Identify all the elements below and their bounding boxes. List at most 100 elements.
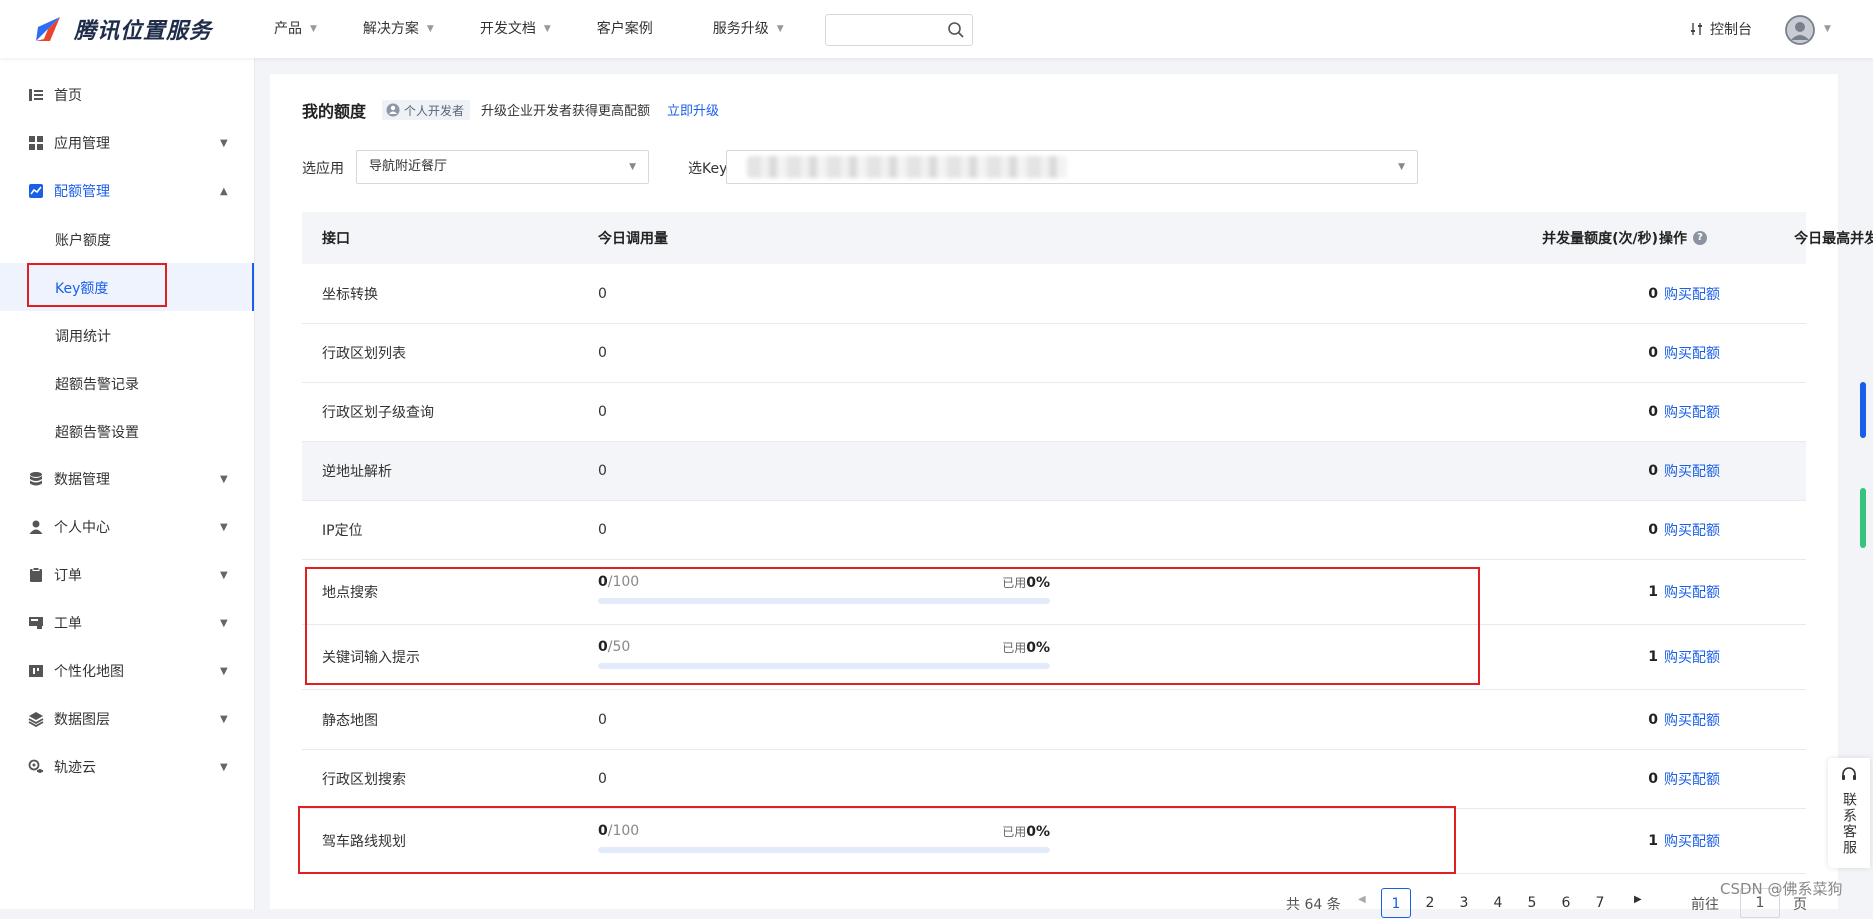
- sidebar-item-home[interactable]: 首页: [0, 71, 254, 119]
- chevron-down-icon: ▼: [1398, 162, 1405, 172]
- next-page-icon[interactable]: ▶: [1634, 894, 1642, 905]
- nav-upgrade[interactable]: 服务升级 ▼: [713, 0, 784, 58]
- sidebar-item-orders[interactable]: 订单 ▼: [0, 551, 254, 599]
- sidebar-item-track-cloud[interactable]: 轨迹云 ▼: [0, 743, 254, 791]
- app-filter-label: 选应用: [302, 161, 344, 177]
- usage-meter: 0/100 已用0%: [598, 823, 1050, 863]
- help-icon[interactable]: ?: [1693, 231, 1707, 245]
- interface-name: 行政区划子级查询: [322, 405, 434, 421]
- nav-cases[interactable]: 客户案例: [597, 0, 653, 58]
- brand-logo[interactable]: 腾讯位置服务: [32, 12, 212, 46]
- search-input[interactable]: [834, 15, 948, 45]
- avatar[interactable]: [1785, 15, 1815, 45]
- max-concurrency: 0: [1402, 264, 1873, 323]
- usage-percent-value: 0%: [1026, 824, 1050, 840]
- page-button[interactable]: 4: [1483, 888, 1513, 918]
- sliders-icon: [1691, 23, 1702, 35]
- buy-quota-link[interactable]: 购买配额: [1664, 264, 1720, 323]
- table-row: 行政区划子级查询 0 0 0 购买配额: [302, 383, 1806, 442]
- prev-page-icon[interactable]: ◀: [1358, 894, 1366, 905]
- customer-service-button[interactable]: 联系客服: [1828, 758, 1870, 868]
- table-row: 行政区划列表 0 0 0 购买配额: [302, 324, 1806, 383]
- sidebar-item-custom-map[interactable]: 个性化地图 ▼: [0, 647, 254, 695]
- goto-label: 前往: [1691, 897, 1719, 913]
- track-icon: [28, 759, 43, 773]
- key-filter-label: 选Key: [688, 161, 728, 177]
- page-button[interactable]: 1: [1381, 888, 1411, 918]
- sidebar-item-data[interactable]: 数据管理 ▼: [0, 455, 254, 503]
- page-button[interactable]: 2: [1415, 888, 1445, 918]
- usage-limit: /50: [607, 639, 631, 655]
- usage-progress-track: [598, 847, 1050, 853]
- table-row: 行政区划搜索 0 0 0 购买配额: [302, 750, 1806, 809]
- list-icon: [29, 89, 43, 101]
- max-concurrency: 0: [1402, 324, 1873, 382]
- buy-quota-link[interactable]: 购买配额: [1664, 442, 1720, 500]
- sidebar-sub-alert-settings[interactable]: 超额告警设置: [0, 407, 254, 455]
- search-icon[interactable]: [947, 21, 965, 39]
- console-label: 控制台: [1710, 22, 1752, 38]
- buy-quota-link[interactable]: 购买配额: [1664, 383, 1720, 441]
- sidebar-item-label: 工单: [54, 616, 82, 632]
- usage-meter: 0/100 已用0%: [598, 574, 1050, 614]
- app-select[interactable]: 导航附近餐厅 ▼: [356, 150, 649, 184]
- col-interface: 接口: [322, 231, 350, 247]
- usage-percent-label: 已用: [1002, 576, 1027, 590]
- page-button[interactable]: 3: [1449, 888, 1479, 918]
- map-icon: [29, 665, 43, 677]
- table-row: 地点搜索 0/100 已用0% 1 0 购买配额: [302, 560, 1806, 625]
- sidebar-item-label: 数据图层: [54, 712, 110, 728]
- today-calls: 0: [598, 711, 607, 728]
- interface-name: 坐标转换: [322, 286, 378, 303]
- key-select[interactable]: ▼: [726, 150, 1418, 184]
- max-concurrency: 0: [1402, 690, 1873, 749]
- buy-quota-link[interactable]: 购买配额: [1664, 750, 1720, 808]
- sidebar-item-label: 应用管理: [54, 136, 110, 152]
- buy-quota-link[interactable]: 购买配额: [1664, 809, 1720, 873]
- chevron-down-icon: ▼: [776, 24, 784, 34]
- buy-quota-link[interactable]: 购买配额: [1664, 501, 1720, 559]
- nav-products[interactable]: 产品 ▼: [274, 0, 317, 58]
- page-button[interactable]: 6: [1551, 888, 1581, 918]
- chevron-down-icon: ▼: [426, 24, 434, 34]
- sidebar-item-data-layers[interactable]: 数据图层 ▼: [0, 695, 254, 743]
- console-link[interactable]: 控制台: [1690, 0, 1752, 58]
- sidebar-item-profile[interactable]: 个人中心 ▼: [0, 503, 254, 551]
- chevron-down-icon: ▼: [220, 761, 228, 773]
- nav-docs[interactable]: 开发文档 ▼: [480, 0, 551, 58]
- page-title: 我的额度: [302, 102, 367, 121]
- today-calls: 0: [598, 522, 607, 538]
- nav-solutions[interactable]: 解决方案 ▼: [363, 0, 434, 58]
- upgrade-link[interactable]: 立即升级: [667, 100, 719, 119]
- buy-quota-link[interactable]: 购买配额: [1664, 324, 1720, 382]
- sidebar-item-apps[interactable]: 应用管理 ▼: [0, 119, 254, 167]
- redacted-key-mask: [747, 156, 1067, 178]
- table-row: 驾车路线规划 0/100 已用0% 1 0 购买配额: [302, 809, 1806, 874]
- page-button[interactable]: 7: [1585, 888, 1615, 918]
- interface-name: 逆地址解析: [322, 464, 392, 480]
- buy-quota-link[interactable]: 购买配额: [1664, 625, 1720, 689]
- usage-percent: 已用0%: [1002, 639, 1050, 656]
- buy-quota-link[interactable]: 购买配额: [1664, 690, 1720, 749]
- table-row: 静态地图 0 0 0 购买配额: [302, 690, 1806, 750]
- interface-name: 静态地图: [322, 712, 378, 729]
- sidebar-sub-alert-records[interactable]: 超额告警记录: [0, 359, 254, 407]
- sidebar-sub-call-stats[interactable]: 调用统计: [0, 311, 254, 359]
- max-concurrency: 0: [1402, 560, 1873, 624]
- chevron-down-icon[interactable]: ▼: [1824, 24, 1831, 34]
- scrollbar-thumb[interactable]: [1860, 382, 1866, 438]
- sidebar-item-tickets[interactable]: 工单 ▼: [0, 599, 254, 647]
- today-calls: 0: [598, 404, 607, 420]
- sidebar-sub-key-quota[interactable]: Key额度: [0, 263, 254, 311]
- sidebar-item-quota[interactable]: 配额管理 ▲: [0, 167, 254, 215]
- page-button[interactable]: 5: [1517, 888, 1547, 918]
- logo-mark-icon: [36, 17, 60, 41]
- usage-progress-track: [598, 663, 1050, 669]
- nav-label: 开发文档: [479, 21, 536, 37]
- grid-icon: [29, 136, 43, 150]
- buy-quota-link[interactable]: 购买配额: [1664, 560, 1720, 624]
- usage-percent-label: 已用: [1002, 641, 1027, 655]
- sidebar-sub-account-quota[interactable]: 账户额度: [0, 215, 254, 263]
- sidebar-item-label: 订单: [54, 568, 82, 584]
- main-nav: 产品 ▼ 解决方案 ▼ 开发文档 ▼ 客户案例 服务升级 ▼: [274, 0, 784, 58]
